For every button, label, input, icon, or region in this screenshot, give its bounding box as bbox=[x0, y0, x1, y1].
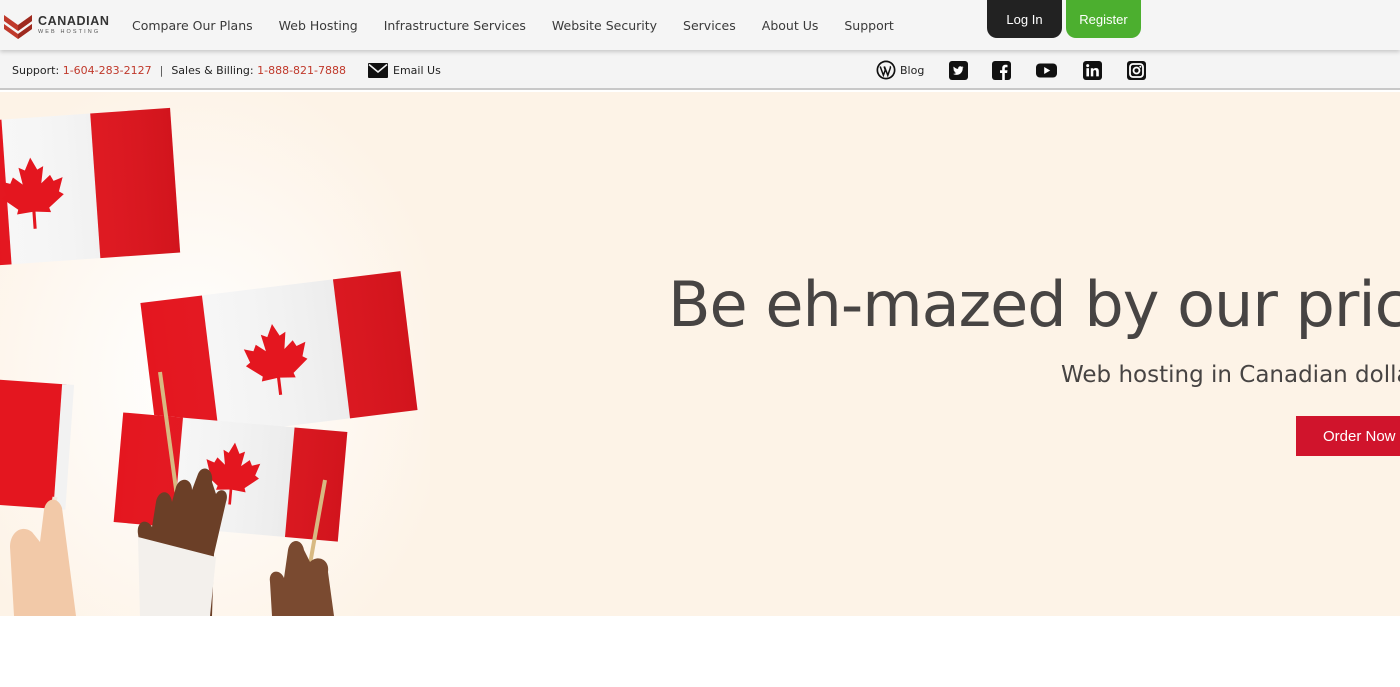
envelope-icon bbox=[368, 62, 389, 78]
flag-left-partial bbox=[0, 379, 75, 510]
contact-bar: Support: 1-604-283-2127 | Sales & Billin… bbox=[0, 50, 1400, 90]
support-label: Support: bbox=[12, 63, 60, 77]
sales-label: Sales & Billing: bbox=[171, 63, 254, 77]
brand-tagline: WEB HOSTING bbox=[38, 28, 101, 35]
blog-link[interactable]: Blog bbox=[876, 60, 924, 80]
logo-chevron-icon bbox=[4, 15, 32, 39]
blog-label: Blog bbox=[900, 63, 925, 77]
nav-infrastructure-services[interactable]: Infrastructure Services bbox=[371, 18, 539, 33]
wordpress-icon bbox=[876, 60, 896, 80]
nav-support[interactable]: Support bbox=[831, 18, 906, 33]
linkedin-icon[interactable] bbox=[1083, 61, 1102, 80]
hero-subtitle: Web hosting in Canadian dollars bbox=[1061, 362, 1400, 388]
register-button[interactable]: Register bbox=[1066, 0, 1141, 38]
contact-info: Support: 1-604-283-2127 | Sales & Billin… bbox=[12, 50, 441, 90]
instagram-icon[interactable] bbox=[1127, 61, 1146, 80]
email-us-link[interactable]: Email Us bbox=[368, 62, 441, 78]
nav-compare-our-plans[interactable]: Compare Our Plans bbox=[119, 18, 266, 33]
flag-lower bbox=[113, 412, 348, 542]
main-menu: Compare Our Plans Web Hosting Infrastruc… bbox=[119, 0, 907, 50]
separator: | bbox=[159, 63, 164, 77]
support-phone-link[interactable]: 1-604-283-2127 bbox=[63, 64, 152, 77]
order-now-button[interactable]: Order Now bbox=[1296, 416, 1400, 456]
logo-text: CANADIAN WEB HOSTING bbox=[38, 15, 109, 35]
nav-services[interactable]: Services bbox=[670, 18, 749, 33]
flag-top-left bbox=[0, 107, 181, 266]
hero-title: Be eh-mazed by our prices bbox=[668, 268, 1400, 341]
twitter-icon[interactable] bbox=[949, 61, 968, 80]
canadian-flags-illustration bbox=[0, 92, 430, 616]
facebook-icon[interactable] bbox=[992, 61, 1011, 80]
nav-web-hosting[interactable]: Web Hosting bbox=[266, 18, 371, 33]
site-logo[interactable]: CANADIAN WEB HOSTING bbox=[2, 8, 112, 42]
brand-name: CANADIAN bbox=[38, 14, 110, 28]
hero-banner: Be eh-mazed by our prices Web hosting in… bbox=[0, 92, 1400, 616]
nav-website-security[interactable]: Website Security bbox=[539, 18, 670, 33]
youtube-icon[interactable] bbox=[1036, 61, 1057, 80]
top-navigation: CANADIAN WEB HOSTING Compare Our Plans W… bbox=[0, 0, 1400, 50]
sales-phone-link[interactable]: 1-888-821-7888 bbox=[257, 64, 346, 77]
login-button[interactable]: Log In bbox=[987, 0, 1062, 38]
nav-about-us[interactable]: About Us bbox=[749, 18, 832, 33]
email-us-label: Email Us bbox=[393, 63, 441, 77]
